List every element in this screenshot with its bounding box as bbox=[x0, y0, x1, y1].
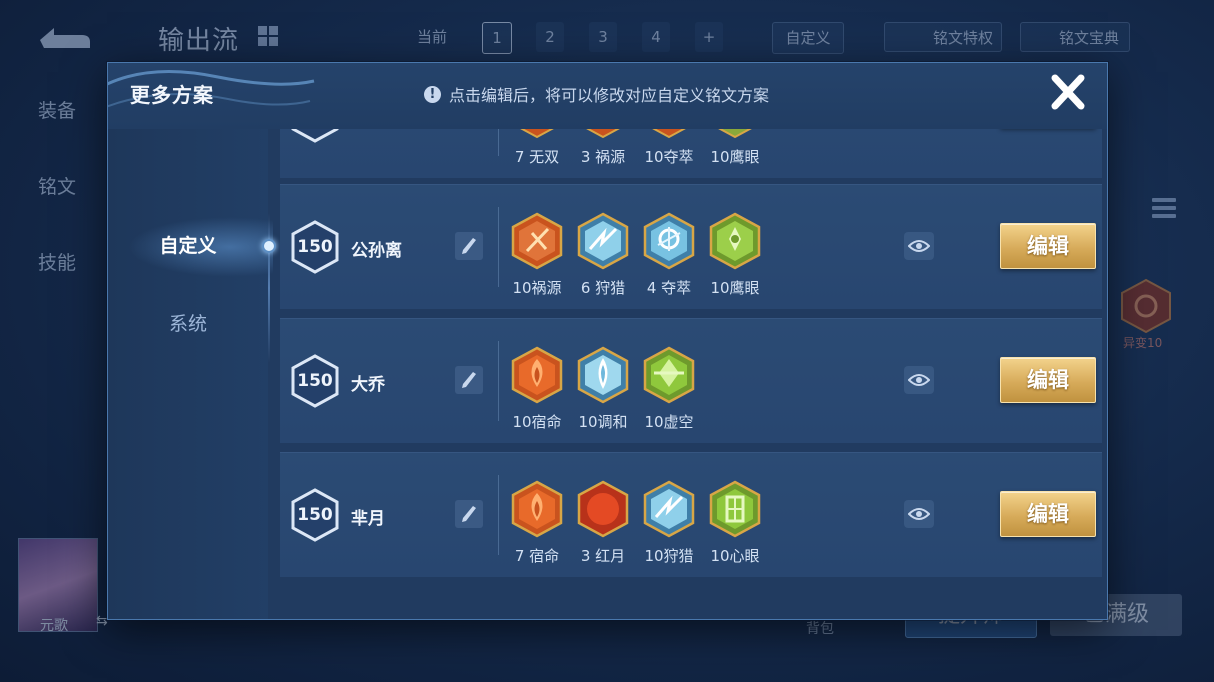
rune-label: 10夺萃 bbox=[644, 148, 694, 166]
pen-icon bbox=[462, 238, 476, 254]
back-arrow-icon[interactable] bbox=[32, 22, 94, 54]
preview-button[interactable] bbox=[904, 500, 934, 528]
close-icon[interactable] bbox=[1048, 71, 1088, 113]
xukong-rune-icon bbox=[643, 346, 695, 404]
hint-text: 点击编辑后，将可以修改对应自定义铭文方案 bbox=[449, 86, 770, 105]
rune-label: 7 无双 bbox=[514, 148, 560, 166]
background-rune-icon bbox=[1121, 278, 1171, 334]
rune-label: 10虚空 bbox=[644, 413, 694, 431]
plan-card: 150 公孙离 10祸源 6 狩猎 4 夺萃 10鹰眼 编辑 bbox=[280, 184, 1102, 309]
active-tab-indicator bbox=[262, 239, 276, 253]
rune-label: 10祸源 bbox=[512, 279, 562, 297]
modal-header: 更多方案 ! 点击编辑后，将可以修改对应自定义铭文方案 bbox=[108, 63, 1107, 129]
duocui-rune-icon bbox=[643, 212, 695, 270]
grid-icon[interactable] bbox=[258, 26, 278, 46]
plan-card: 150 大乔 10宿命 10调和 10虚空 编辑 bbox=[280, 318, 1102, 443]
shoulie-rune-icon bbox=[577, 212, 629, 270]
suming-rune-icon bbox=[511, 346, 563, 404]
rune-label: 10鹰眼 bbox=[710, 148, 760, 166]
custom-button[interactable]: 自定义 bbox=[772, 22, 844, 54]
rename-button[interactable] bbox=[455, 500, 483, 528]
huoyuan-rune-icon bbox=[511, 212, 563, 270]
pen-icon bbox=[462, 506, 476, 522]
card-divider bbox=[498, 341, 499, 421]
bag-label: 背包 bbox=[806, 621, 834, 637]
card-divider bbox=[498, 129, 499, 156]
side-tab-equipment[interactable]: 装备 bbox=[38, 96, 76, 123]
hongyue-rune-icon bbox=[577, 480, 629, 538]
tiaohe-rune-icon bbox=[577, 346, 629, 404]
modal-title: 更多方案 bbox=[130, 83, 214, 107]
tab-3[interactable]: 3 bbox=[589, 22, 617, 52]
rune-label: 10心眼 bbox=[710, 547, 760, 565]
level-number: 150 bbox=[297, 505, 333, 525]
menu-icon[interactable] bbox=[1152, 198, 1176, 224]
level-number: 150 bbox=[297, 237, 333, 257]
eye-icon bbox=[908, 508, 930, 520]
edit-button[interactable]: 编辑 bbox=[1000, 357, 1096, 403]
sidebar-divider bbox=[268, 213, 270, 363]
info-icon: ! bbox=[424, 85, 441, 103]
level-badge bbox=[291, 129, 339, 143]
rune-label: 10鹰眼 bbox=[710, 279, 760, 297]
rune-codex-button[interactable]: 铭文宝典 bbox=[1020, 22, 1130, 52]
plan-card: 150 芈月 7 宿命 3 红月 10狩猎 10心眼 编辑 bbox=[280, 452, 1102, 577]
preview-button[interactable] bbox=[904, 366, 934, 394]
eye-icon bbox=[908, 374, 930, 386]
rune-label: 10调和 bbox=[578, 413, 628, 431]
yingyan-rune-icon bbox=[718, 129, 752, 139]
hint-text-row: ! 点击编辑后，将可以修改对应自定义铭文方案 bbox=[424, 82, 769, 106]
rename-button[interactable] bbox=[455, 232, 483, 260]
swap-icon[interactable]: ⇆ bbox=[96, 613, 108, 629]
hero-name: 大乔 bbox=[351, 375, 385, 395]
background-rune-label: 异变10 bbox=[1123, 336, 1163, 350]
edit-button[interactable]: 编辑 bbox=[1000, 223, 1096, 269]
rune-label: 3 红月 bbox=[580, 547, 626, 565]
tab-1[interactable]: 1 bbox=[482, 22, 512, 54]
tab-4[interactable]: 4 bbox=[642, 22, 670, 52]
hero-name: 公孙离 bbox=[351, 241, 402, 261]
rune-privilege-button[interactable]: 铭文特权 bbox=[884, 22, 1002, 52]
preview-button[interactable] bbox=[904, 232, 934, 260]
suming-rune-icon bbox=[511, 480, 563, 538]
tab-2[interactable]: 2 bbox=[536, 22, 564, 52]
rune-label: 10宿命 bbox=[512, 413, 562, 431]
pen-icon bbox=[462, 372, 476, 388]
edit-button[interactable]: 编辑 bbox=[1000, 491, 1096, 537]
rename-button[interactable] bbox=[455, 366, 483, 394]
rune-label: 4 夺萃 bbox=[646, 279, 692, 297]
rune-label: 6 狩猎 bbox=[580, 279, 626, 297]
modal-sidebar: 自定义 系统 bbox=[108, 129, 276, 619]
xinyan-rune-icon bbox=[709, 480, 761, 538]
plan-card: 7 无双 3 祸源 10夺萃 10鹰眼 编辑 bbox=[280, 129, 1102, 178]
level-number: 150 bbox=[297, 371, 333, 391]
tab-current[interactable]: 当前 bbox=[408, 22, 456, 52]
rune-label: 7 宿命 bbox=[514, 547, 560, 565]
card-divider bbox=[498, 207, 499, 287]
tab-system[interactable]: 系统 bbox=[108, 309, 268, 336]
rune-label: 3 祸源 bbox=[580, 148, 626, 166]
shoulie-rune-icon bbox=[643, 480, 695, 538]
side-tab-skills[interactable]: 技能 bbox=[38, 248, 76, 275]
tab-custom[interactable]: 自定义 bbox=[108, 231, 268, 258]
huoyuan-rune-icon bbox=[586, 129, 620, 139]
card-divider bbox=[498, 475, 499, 555]
wushuang-rune-icon bbox=[520, 129, 554, 139]
plan-list[interactable]: 7 无双 3 祸源 10夺萃 10鹰眼 编辑 150 公孙离 bbox=[280, 129, 1102, 619]
yingyan-rune-icon bbox=[709, 212, 761, 270]
duocui-rune-icon bbox=[652, 129, 686, 139]
hero-name: 芈月 bbox=[351, 509, 385, 529]
page-title: 输出流 bbox=[158, 26, 240, 56]
side-tab-runes[interactable]: 铭文 bbox=[38, 172, 76, 199]
eye-icon bbox=[908, 240, 930, 252]
hero-name: 元歌 bbox=[40, 618, 68, 634]
add-tab-button[interactable]: + bbox=[695, 22, 723, 52]
more-plans-modal: 更多方案 ! 点击编辑后，将可以修改对应自定义铭文方案 自定义 系统 7 无双 bbox=[107, 62, 1108, 620]
rune-label: 10狩猎 bbox=[644, 547, 694, 565]
